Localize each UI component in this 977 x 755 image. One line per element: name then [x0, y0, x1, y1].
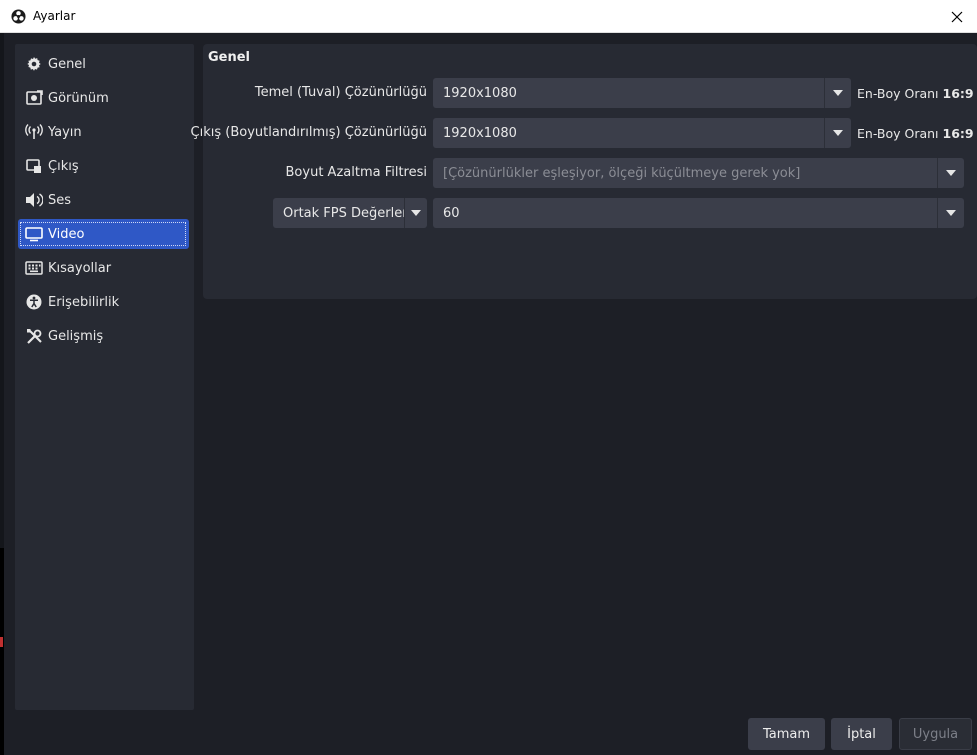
- sidebar-item-label: Video: [48, 226, 85, 242]
- sidebar-item-label: Görünüm: [48, 90, 109, 106]
- sidebar-item-video[interactable]: Video: [18, 219, 189, 249]
- output-aspect-ratio: En-Boy Oranı 16:9: [857, 126, 974, 141]
- fps-type-value: Ortak FPS Değerleri: [283, 205, 404, 221]
- settings-sidebar: Genel Görünüm Yayın Çıkış Ses Video Kısa…: [15, 44, 194, 710]
- speaker-icon: [24, 190, 44, 210]
- chevron-down-icon: [937, 198, 964, 228]
- fps-type-combo[interactable]: Ortak FPS Değerleri: [273, 198, 427, 228]
- chevron-down-icon: [824, 118, 851, 148]
- sidebar-item-label: Gelişmiş: [48, 328, 104, 344]
- group-title: Genel: [208, 50, 251, 65]
- appearance-icon: [24, 88, 44, 108]
- window-title: Ayarlar: [33, 9, 76, 23]
- downscale-filter-value: [Çözünürlükler eşleşiyor, ölçeği küçültm…: [443, 165, 801, 181]
- monitor-icon: [24, 224, 44, 244]
- chevron-down-icon: [937, 158, 964, 188]
- tools-icon: [24, 326, 44, 346]
- chevron-down-icon: [824, 78, 851, 108]
- broadcast-icon: [24, 122, 44, 142]
- sidebar-item-output[interactable]: Çıkış: [18, 151, 189, 181]
- chevron-down-icon: [404, 198, 427, 228]
- sidebar-item-label: Yayın: [48, 124, 82, 140]
- base-resolution-value: 1920x1080: [443, 85, 517, 101]
- video-general-group: Genel Temel (Tuval) Çözünürlüğü 1920x108…: [191, 44, 977, 299]
- obs-icon: [11, 9, 26, 24]
- background-window-edge: [0, 33, 4, 755]
- keyboard-icon: [24, 258, 44, 278]
- sidebar-item-audio[interactable]: Ses: [18, 185, 189, 215]
- sidebar-item-label: Kısayollar: [48, 260, 112, 276]
- close-icon: [951, 11, 963, 22]
- base-aspect-ratio: En-Boy Oranı 16:9: [857, 86, 974, 101]
- sidebar-item-accessibility[interactable]: Erişebilirlik: [18, 287, 189, 317]
- base-resolution-label: Temel (Tuval) Çözünürlüğü: [254, 85, 427, 100]
- gear-icon: [24, 54, 44, 74]
- sidebar-item-general[interactable]: Genel: [18, 49, 189, 79]
- sidebar-item-label: Ses: [48, 192, 72, 208]
- base-resolution-combo[interactable]: 1920x1080: [433, 78, 851, 108]
- close-button[interactable]: [937, 0, 977, 33]
- sidebar-item-appearance[interactable]: Görünüm: [18, 83, 189, 113]
- sidebar-item-stream[interactable]: Yayın: [18, 117, 189, 147]
- sidebar-item-label: Çıkış: [48, 158, 79, 174]
- output-icon: [24, 156, 44, 176]
- cancel-button[interactable]: İptal: [831, 718, 892, 750]
- fps-value: 60: [443, 205, 460, 221]
- downscale-filter-label: Boyut Azaltma Filtresi: [285, 165, 427, 180]
- output-resolution-label: Çıkış (Boyutlandırılmış) Çözünürlüğü: [190, 125, 427, 140]
- accessibility-icon: [24, 292, 44, 312]
- sidebar-item-advanced[interactable]: Gelişmiş: [18, 321, 189, 351]
- sidebar-item-label: Erişebilirlik: [48, 294, 120, 310]
- output-resolution-combo[interactable]: 1920x1080: [433, 118, 851, 148]
- sidebar-item-label: Genel: [48, 56, 86, 72]
- sidebar-item-hotkeys[interactable]: Kısayollar: [18, 253, 189, 283]
- downscale-filter-combo: [Çözünürlükler eşleşiyor, ölçeği küçültm…: [433, 158, 964, 188]
- title-bar: Ayarlar: [0, 0, 977, 33]
- ok-button[interactable]: Tamam: [748, 718, 825, 750]
- fps-value-combo[interactable]: 60: [433, 198, 964, 228]
- apply-button[interactable]: Uygula: [899, 718, 972, 750]
- output-resolution-value: 1920x1080: [443, 125, 517, 141]
